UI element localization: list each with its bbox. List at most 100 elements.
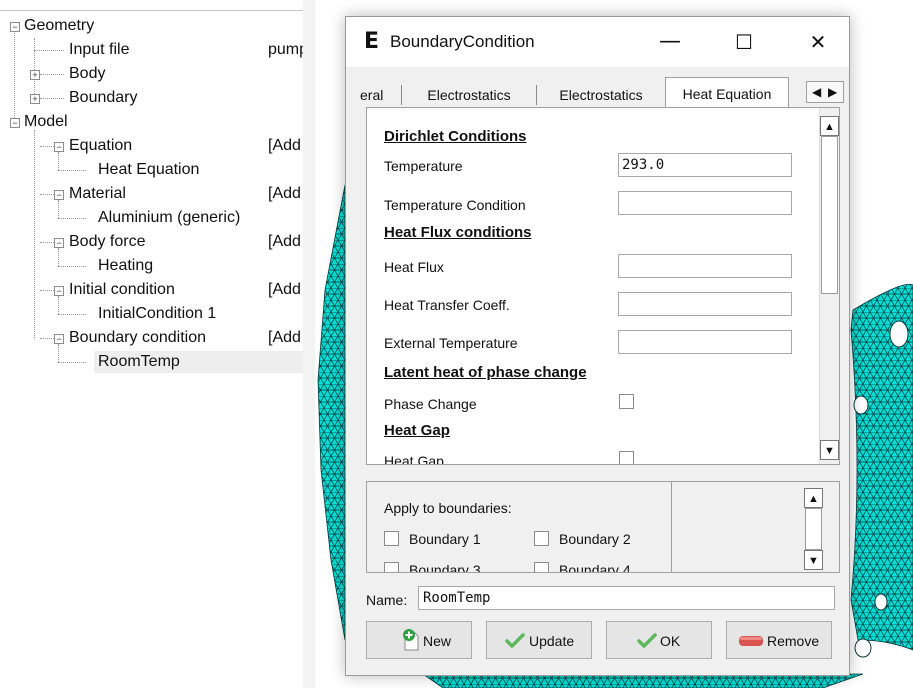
tab-general[interactable]: eral xyxy=(360,83,390,107)
boundary-1-label: Boundary 1 xyxy=(409,531,481,547)
tab-electrostatics-2[interactable]: Electrostatics xyxy=(540,83,662,107)
scroll-thumb[interactable] xyxy=(821,136,838,294)
apply-to-boundaries-label: Apply to boundaries: xyxy=(384,500,512,516)
ok-button-label: OK xyxy=(660,633,681,649)
scroll-thumb[interactable] xyxy=(805,508,822,550)
collapse-toggle-icon[interactable]: − xyxy=(10,118,20,128)
tree-item-initial-condition[interactable]: Initial condition xyxy=(69,279,175,301)
expand-toggle-icon[interactable]: + xyxy=(30,94,40,104)
tree-item-heating[interactable]: Heating xyxy=(98,255,153,277)
boundaries-panel: Apply to boundaries: Boundary 1 Boundary… xyxy=(366,481,672,573)
name-input[interactable] xyxy=(418,586,835,610)
boundary-2-checkbox[interactable] xyxy=(534,531,549,546)
heat-gap-checkbox[interactable] xyxy=(619,451,634,464)
boundary-4-label: Boundary 4 xyxy=(559,562,631,573)
collapse-toggle-icon[interactable]: − xyxy=(54,190,64,200)
form-scrollbar[interactable]: ▲ ▼ xyxy=(819,108,839,464)
tree-item-model[interactable]: Model xyxy=(24,111,68,133)
remove-minus-icon xyxy=(739,636,763,646)
collapse-toggle-icon[interactable]: − xyxy=(54,142,64,152)
external-temperature-input[interactable] xyxy=(618,330,792,354)
tree-item-initial-condition-add[interactable]: [Add xyxy=(268,279,303,301)
remove-button-label: Remove xyxy=(767,633,820,649)
update-button[interactable]: Update xyxy=(486,621,592,659)
scroll-up-icon[interactable]: ▲ xyxy=(820,116,839,136)
new-button[interactable]: New xyxy=(366,621,472,659)
tree-item-material[interactable]: Material xyxy=(69,183,126,205)
ok-button[interactable]: OK xyxy=(606,621,712,659)
boundary-3-label: Boundary 3 xyxy=(409,562,481,573)
boundary-3-checkbox[interactable] xyxy=(384,562,399,572)
maximize-button[interactable]: ☐ xyxy=(721,17,767,67)
tab-scroll-left-icon[interactable]: ◀ xyxy=(812,85,821,99)
dirichlet-heading: Dirichlet Conditions xyxy=(384,128,527,145)
check-icon xyxy=(505,633,525,648)
tab-electrostatics-1[interactable]: Electrostatics xyxy=(408,83,530,107)
app-logo-icon: E xyxy=(364,29,380,54)
latent-heat-heading: Latent heat of phase change xyxy=(384,364,587,381)
tree-item-equation[interactable]: Equation xyxy=(69,135,132,157)
expand-toggle-icon[interactable]: + xyxy=(30,70,40,80)
heat-transfer-coeff-label: Heat Transfer Coeff. xyxy=(384,297,510,313)
tab-scroll-right-icon[interactable]: ▶ xyxy=(828,85,837,99)
tree-item-geometry[interactable]: Geometry xyxy=(24,15,94,37)
heat-gap-label: Heat Gap xyxy=(384,453,444,465)
heat-transfer-coeff-input[interactable] xyxy=(618,292,792,316)
scroll-down-icon[interactable]: ▼ xyxy=(820,440,839,460)
update-button-label: Update xyxy=(529,633,575,649)
tree-item-input-file[interactable]: Input file xyxy=(69,39,129,61)
tree-item-body-force-add[interactable]: [Add xyxy=(268,231,303,253)
boundary-1-checkbox[interactable] xyxy=(384,531,399,546)
tree-item-input-file-value: pump xyxy=(268,41,303,58)
boundaries-side-area: ▲ ▼ xyxy=(672,481,840,573)
mesh-region-left xyxy=(317,184,346,641)
scroll-up-icon[interactable]: ▲ xyxy=(804,488,823,508)
remove-button[interactable]: Remove xyxy=(726,621,832,659)
temperature-label: Temperature xyxy=(384,158,463,174)
tree-item-body-force[interactable]: Body force xyxy=(69,231,145,253)
temperature-condition-label: Temperature Condition xyxy=(384,197,526,213)
dialog-titlebar[interactable]: E BoundaryCondition — ☐ ✕ xyxy=(346,17,849,67)
heat-flux-input[interactable] xyxy=(618,254,792,278)
tree-item-aluminium[interactable]: Aluminium (generic) xyxy=(98,207,240,229)
tree-item-body[interactable]: Body xyxy=(69,63,105,85)
tree-item-boundary-condition-add[interactable]: [Add xyxy=(268,327,303,349)
mesh-hole xyxy=(874,593,888,611)
phase-change-checkbox[interactable] xyxy=(619,394,634,409)
tab-bar: eral Electrostatics Electrostatics Heat … xyxy=(360,77,844,107)
new-document-icon xyxy=(403,629,419,651)
tree-item-material-add[interactable]: [Add xyxy=(268,183,303,205)
mesh-hole xyxy=(889,320,909,348)
name-label: Name: xyxy=(366,592,408,608)
heat-flux-heading: Heat Flux conditions xyxy=(384,224,532,241)
mesh-hole xyxy=(853,395,869,415)
boundaries-scrollbar[interactable]: ▲ ▼ xyxy=(804,482,824,572)
temperature-condition-input[interactable] xyxy=(618,191,792,215)
collapse-toggle-icon[interactable]: − xyxy=(54,334,64,344)
boundary-4-checkbox[interactable] xyxy=(534,562,549,572)
check-icon xyxy=(637,633,657,648)
phase-change-label: Phase Change xyxy=(384,396,477,412)
tab-heat-equation[interactable]: Heat Equation xyxy=(665,77,789,107)
mesh-hole xyxy=(854,638,872,658)
close-button[interactable]: ✕ xyxy=(795,17,841,67)
tree-item-boundary-condition[interactable]: Boundary condition xyxy=(69,327,206,349)
scroll-down-icon[interactable]: ▼ xyxy=(804,550,823,570)
tree-item-initialcondition-1[interactable]: InitialCondition 1 xyxy=(98,303,216,325)
boundary-condition-dialog: E BoundaryCondition — ☐ ✕ eral Electrost… xyxy=(345,16,850,676)
collapse-toggle-icon[interactable]: − xyxy=(54,238,64,248)
new-button-label: New xyxy=(423,633,452,649)
collapse-toggle-icon[interactable]: − xyxy=(10,22,20,32)
heat-flux-label: Heat Flux xyxy=(384,259,444,275)
temperature-input[interactable] xyxy=(618,153,792,177)
tree-item-equation-add[interactable]: [Add xyxy=(268,135,303,157)
minimize-button[interactable]: — xyxy=(647,17,693,67)
mesh-region-bottom xyxy=(421,673,864,688)
tree-item-heat-equation[interactable]: Heat Equation xyxy=(98,159,199,181)
tree-item-roomtemp[interactable]: RoomTemp xyxy=(94,351,303,373)
dialog-title: BoundaryCondition xyxy=(390,32,535,51)
boundary-2-label: Boundary 2 xyxy=(559,531,631,547)
tab-scroll-buttons: ◀ ▶ xyxy=(806,81,844,103)
collapse-toggle-icon[interactable]: − xyxy=(54,286,64,296)
tree-item-boundary[interactable]: Boundary xyxy=(69,87,138,109)
